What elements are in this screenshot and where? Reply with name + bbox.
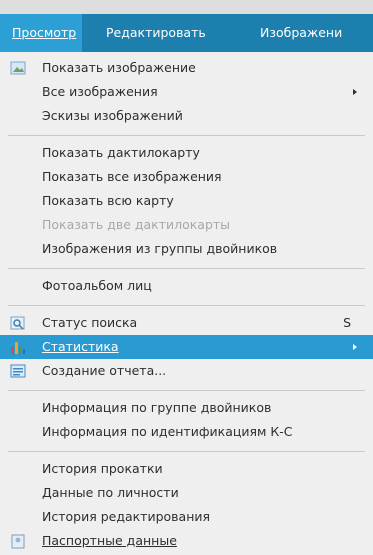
- menu-item-duplicate-group-images[interactable]: Изображения из группы двойников: [0, 237, 373, 261]
- menu-item-label: Показать все изображения: [42, 169, 222, 184]
- menu-item-statistics[interactable]: Статистика: [0, 335, 373, 359]
- image-icon: [10, 61, 26, 75]
- menu-item-label: Эскизы изображений: [42, 108, 183, 123]
- menu-item-label: Информация по идентификациям К-С: [42, 424, 293, 439]
- menu-view[interactable]: Просмотр: [0, 14, 82, 52]
- menu-edit[interactable]: Редактировать: [96, 14, 236, 52]
- statistics-icon: [11, 342, 25, 354]
- submenu-arrow-icon: [353, 89, 357, 95]
- menu-item-search-status[interactable]: Статус поиска S: [0, 311, 373, 335]
- menu-item-show-image[interactable]: Показать изображение: [0, 56, 373, 80]
- menu-item-label: Все изображения: [42, 84, 158, 99]
- menu-separator: [8, 268, 365, 269]
- menu-item-person-data[interactable]: Данные по личности: [0, 481, 373, 505]
- menu-item-show-full-card[interactable]: Показать всю карту: [0, 189, 373, 213]
- menu-item-face-album[interactable]: Фотоальбом лиц: [0, 274, 373, 298]
- menu-item-show-two-cards: Показать две дактилокарты: [0, 213, 373, 237]
- menu-separator: [8, 305, 365, 306]
- menu-item-label: Показать две дактилокарты: [42, 217, 231, 232]
- menu-separator: [8, 135, 365, 136]
- menu-item-rolling-history[interactable]: История прокатки: [0, 457, 373, 481]
- menu-item-label: Статус поиска: [42, 315, 138, 330]
- menu-item-label: История прокатки: [42, 461, 163, 476]
- menu-separator: [8, 390, 365, 391]
- menu-item-create-report[interactable]: Создание отчета...: [0, 359, 373, 383]
- menu-item-show-all-images[interactable]: Показать все изображения: [0, 165, 373, 189]
- report-icon: [10, 364, 26, 378]
- view-menu-dropdown: Показать изображение Все изображения Эск…: [0, 52, 373, 555]
- menu-item-label: Показать всю карту: [42, 193, 174, 208]
- menu-item-passport-data[interactable]: Паспортные данные: [0, 529, 373, 553]
- search-status-icon: [10, 316, 25, 330]
- menu-item-label: Изображения из группы двойников: [42, 241, 278, 256]
- shortcut-label: S: [343, 315, 351, 330]
- menu-item-label: Паспортные данные: [42, 533, 177, 548]
- menu-item-image-thumbnails[interactable]: Эскизы изображений: [0, 104, 373, 128]
- passport-icon: [11, 534, 25, 549]
- menu-item-label: История редактирования: [42, 509, 211, 524]
- submenu-arrow-icon: [353, 344, 357, 350]
- menu-item-duplicate-group-info[interactable]: Информация по группе двойников: [0, 396, 373, 420]
- menu-item-all-images[interactable]: Все изображения: [0, 80, 373, 104]
- menu-item-label: Показать дактилокарту: [42, 145, 200, 160]
- menu-view-label: Просмотр: [12, 25, 77, 40]
- menu-item-label: Данные по личности: [42, 485, 179, 500]
- menu-images[interactable]: Изображени: [250, 14, 373, 52]
- menu-separator: [8, 451, 365, 452]
- menu-item-show-fingerprint-card[interactable]: Показать дактилокарту: [0, 141, 373, 165]
- menu-images-label: Изображени: [260, 25, 343, 40]
- menu-item-label: Создание отчета...: [42, 363, 167, 378]
- menu-item-label: Информация по группе двойников: [42, 400, 272, 415]
- menu-item-label: Показать изображение: [42, 60, 196, 75]
- menu-item-edit-history[interactable]: История редактирования: [0, 505, 373, 529]
- menu-item-identification-info[interactable]: Информация по идентификациям К-С: [0, 420, 373, 444]
- menu-item-label: Фотоальбом лиц: [42, 278, 152, 293]
- menu-edit-label: Редактировать: [106, 25, 206, 40]
- menu-item-label: Статистика: [42, 339, 119, 354]
- menubar: Просмотр Редактировать Изображени: [0, 0, 373, 52]
